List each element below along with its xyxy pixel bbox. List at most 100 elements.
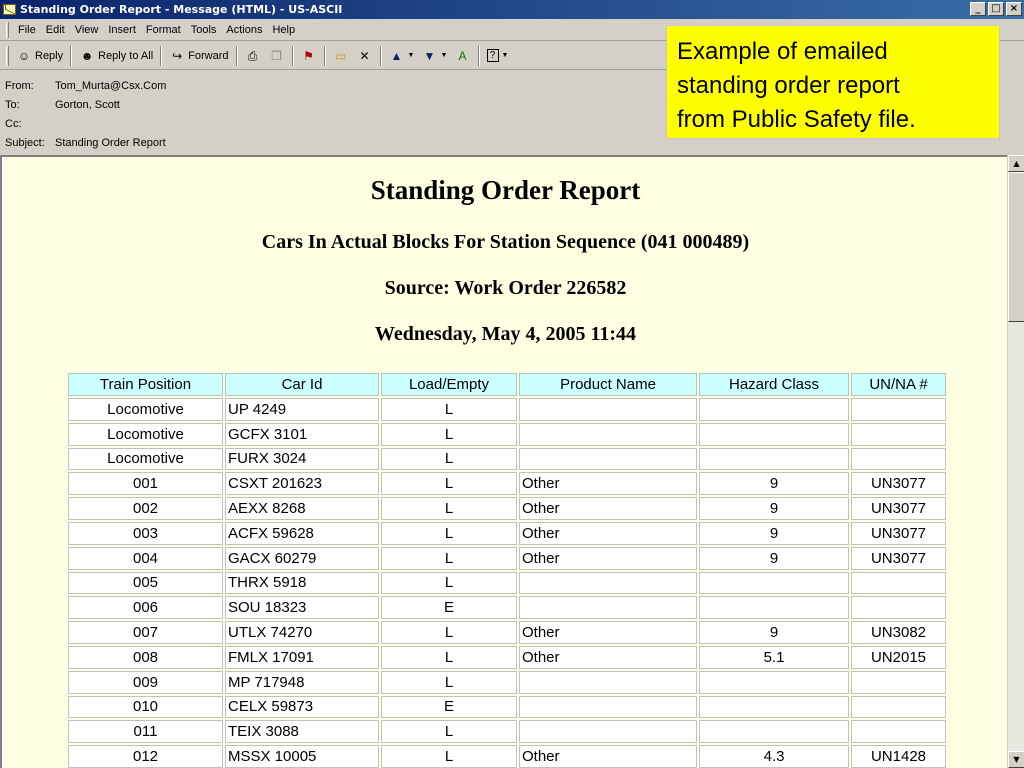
load-empty-cell: L [381, 521, 517, 545]
car-id-cell: AEXX 8268 [225, 497, 379, 520]
product-name-cell: Other [519, 546, 697, 570]
menu-insert[interactable]: Insert [103, 22, 141, 38]
reply-all-button[interactable]: ☻ Reply to All [75, 47, 157, 65]
message-body: Standing Order Report Cars In Actual Blo… [0, 155, 1024, 768]
callout-line: standing order report [677, 72, 900, 99]
maximize-button[interactable]: □ [988, 2, 1004, 16]
hazard-class-cell: 9 [699, 521, 849, 545]
menu-edit[interactable]: Edit [41, 22, 70, 38]
report-date: Wednesday, May 4, 2005 11:44 [374, 323, 637, 345]
train-position-cell: 007 [68, 621, 223, 644]
table-row: 009 MP 717948 L [68, 670, 946, 694]
load-empty-cell: L [381, 670, 517, 694]
next-item-button[interactable]: ▼ ▼ [418, 47, 451, 65]
report-content: Standing Order Report Cars In Actual Blo… [4, 157, 1007, 768]
flag-icon: ⚑ [303, 48, 314, 63]
menu-grip[interactable] [6, 22, 9, 38]
reply-button[interactable]: ☺ Reply [12, 47, 67, 65]
hazard-class-cell [699, 670, 849, 694]
down-triangle-icon: ▼ [1013, 755, 1020, 764]
car-id-cell: GACX 60279 [225, 546, 379, 570]
delete-button[interactable]: ✕ [353, 47, 377, 65]
load-empty-cell: E [381, 596, 517, 620]
train-position-cell: 010 [68, 695, 223, 719]
table-row: Locomotive UP 4249 L [68, 398, 946, 421]
load-empty-cell: L [381, 422, 517, 446]
reply-label: Reply [35, 49, 64, 62]
hazard-class-cell [699, 571, 849, 595]
menu-view[interactable]: View [70, 22, 104, 38]
scroll-down-button[interactable]: ▼ [1008, 751, 1024, 768]
load-empty-cell: L [381, 720, 517, 744]
up-triangle-icon: ▲ [1013, 159, 1020, 168]
table-row: 007 UTLX 74270 L Other 9 UN3082 [68, 621, 946, 644]
previous-item-button[interactable]: ▲ ▼ [385, 47, 418, 65]
cc-label: Cc: [5, 117, 22, 130]
table-row: 003 ACFX 59628 L Other 9 UN3077 [68, 521, 946, 545]
callout-line: from Public Safety file. [677, 106, 916, 133]
load-empty-cell: L [381, 398, 517, 421]
minimize-button[interactable]: _ [970, 2, 986, 16]
toolbar-separator [477, 45, 480, 66]
forward-label: Forward [188, 49, 229, 62]
un-na-cell [851, 398, 946, 421]
window-title: Standing Order Report - Message (HTML) -… [20, 3, 343, 16]
up-arrow-icon: ▲ [390, 48, 403, 63]
un-na-cell: UN3077 [851, 521, 946, 545]
subject-row: Subject: Standing Order Report [0, 133, 668, 152]
car-id-cell: UTLX 74270 [225, 621, 379, 644]
hazard-class-cell: 9 [699, 497, 849, 520]
help-button[interactable]: ? ▼ [483, 47, 512, 65]
un-na-cell: UN3077 [851, 497, 946, 520]
column-header: Product Name [519, 373, 697, 396]
hazard-class-cell: 9 [699, 546, 849, 570]
close-button[interactable]: × [1006, 2, 1022, 16]
product-name-cell [519, 447, 697, 471]
flag-button[interactable]: ⚑ [297, 47, 321, 65]
menu-tools[interactable]: Tools [186, 22, 222, 38]
forward-button[interactable]: ↪ Forward [165, 47, 232, 65]
product-name-cell [519, 571, 697, 595]
toolbar-grip[interactable] [6, 45, 9, 66]
menu-file[interactable]: File [13, 22, 41, 38]
scroll-thumb[interactable] [1008, 172, 1024, 322]
column-header: Train Position [68, 373, 223, 396]
car-id-cell: TEIX 3088 [225, 720, 379, 744]
load-empty-cell: L [381, 621, 517, 644]
reply-all-label: Reply to All [98, 49, 154, 62]
scroll-up-button[interactable]: ▲ [1008, 155, 1024, 172]
train-position-cell: 003 [68, 521, 223, 545]
toolbar-separator [70, 45, 73, 66]
car-id-cell: MP 717948 [225, 670, 379, 694]
vertical-scrollbar[interactable]: ▲ ▼ [1007, 155, 1024, 768]
un-na-cell [851, 447, 946, 471]
column-header: UN/NA # [851, 373, 946, 396]
dropdown-arrow-icon: ▼ [501, 51, 509, 59]
to-value[interactable]: Gorton, Scott [55, 99, 120, 111]
copy-icon: ❐ [271, 48, 282, 63]
un-na-cell [851, 596, 946, 620]
train-position-cell: 008 [68, 645, 223, 669]
load-empty-cell: L [381, 472, 517, 496]
from-value[interactable]: Tom_Murta@Csx.Com [55, 80, 166, 92]
address-book-button[interactable]: A [451, 47, 475, 65]
table-row: 010 CELX 59873 E [68, 695, 946, 719]
car-id-cell: FMLX 17091 [225, 645, 379, 669]
copy-button[interactable]: ❐ [265, 47, 289, 65]
from-label: From: [5, 79, 34, 92]
annotation-callout: Example of emailed standing order report… [666, 25, 1000, 139]
car-id-cell: CELX 59873 [225, 695, 379, 719]
menu-format[interactable]: Format [141, 22, 186, 38]
menu-actions[interactable]: Actions [221, 22, 267, 38]
load-empty-cell: L [381, 571, 517, 595]
car-id-cell: MSSX 10005 [225, 745, 379, 768]
from-row: From: Tom_Murta@Csx.Com [0, 76, 668, 95]
table-header-row: Train Position Car Id Load/Empty Product… [68, 373, 946, 396]
train-position-cell: 006 [68, 596, 223, 620]
product-name-cell [519, 596, 697, 620]
car-id-cell: THRX 5918 [225, 571, 379, 595]
menu-help[interactable]: Help [267, 22, 300, 38]
train-position-cell: 004 [68, 546, 223, 570]
print-button[interactable]: ⎙ [241, 47, 265, 65]
move-to-folder-button[interactable]: ▭ [329, 47, 353, 65]
